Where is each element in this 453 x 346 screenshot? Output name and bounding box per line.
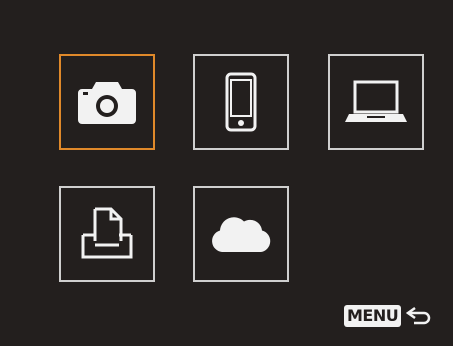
web-service-tile[interactable] (193, 186, 289, 282)
camera-tile[interactable] (59, 54, 155, 150)
computer-tile[interactable] (328, 54, 424, 150)
cloud-icon (212, 217, 271, 252)
camera-icon (78, 82, 136, 124)
wifi-function-screen: MENU (0, 0, 453, 346)
laptop-icon (345, 80, 407, 122)
menu-button-label: MENU (344, 305, 402, 327)
menu-back-hint[interactable]: MENU (344, 304, 432, 328)
smartphone-icon (225, 72, 257, 132)
return-arrow-icon (406, 306, 431, 325)
printer-tile[interactable] (59, 186, 155, 282)
smartphone-tile[interactable] (193, 54, 289, 150)
printer-icon (81, 207, 133, 259)
